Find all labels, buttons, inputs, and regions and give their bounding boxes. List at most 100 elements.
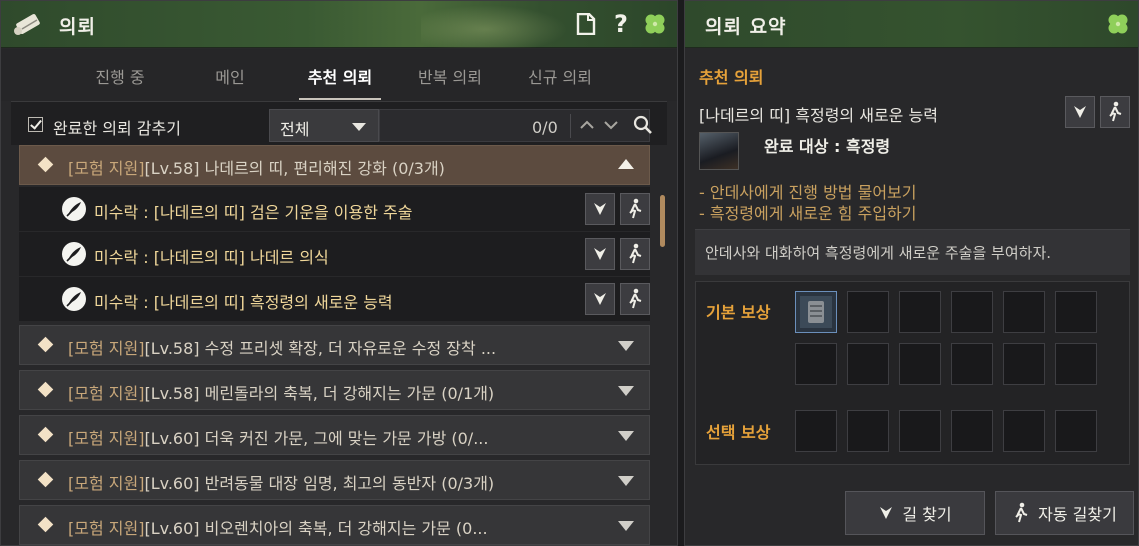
hide-completed-checkbox[interactable] bbox=[28, 117, 43, 132]
reward-slot[interactable] bbox=[899, 291, 941, 333]
tab-main[interactable]: 메인 bbox=[205, 64, 255, 88]
walking-person-icon bbox=[1109, 101, 1122, 122]
reward-slot[interactable] bbox=[847, 343, 889, 385]
walking-person-icon bbox=[629, 243, 642, 264]
completion-target: 완료 대상 : 흑정령 bbox=[764, 137, 891, 156]
active-tab-indicator bbox=[299, 98, 381, 100]
next-result-icon[interactable] bbox=[602, 115, 620, 135]
list-scrollbar[interactable] bbox=[660, 195, 665, 247]
help-icon[interactable]: ? bbox=[608, 10, 634, 38]
quest-feather-icon bbox=[62, 242, 86, 266]
titlebar-decoration bbox=[421, 1, 581, 48]
reward-box: 기본 보상 선택 보상 bbox=[695, 281, 1130, 465]
reward-slot-item[interactable] bbox=[795, 291, 837, 333]
quest-group-row[interactable]: [모험 지원][Lv.58] 수정 프리셋 확장, 더 자유로운 수정 장착 .… bbox=[19, 325, 650, 365]
auto-pathfind-button[interactable] bbox=[620, 283, 650, 315]
quest-item-row[interactable]: 미수락 : [나데르의 띠] 검은 기운을 이용한 주술 bbox=[19, 187, 650, 231]
objective-item: - 흑정령에게 새로운 힘 주입하기 bbox=[699, 204, 917, 223]
search-icon[interactable] bbox=[633, 115, 653, 135]
tab-new[interactable]: 신규 의뢰 bbox=[519, 64, 601, 88]
quest-description-box: 안데사와 대화하여 흑정령에게 새로운 주술을 부여하자. bbox=[695, 229, 1130, 275]
quest-item-row[interactable]: 미수락 : [나데르의 띠] 흑정령의 새로운 능력 bbox=[19, 277, 650, 321]
quest-window: 의뢰 ? 진행 중 메인 추천 의뢰 반복 의뢰 신규 의뢰 완료한 의뢰 감추… bbox=[0, 0, 678, 546]
choice-reward-slot[interactable] bbox=[795, 410, 837, 452]
choice-reward-slot[interactable] bbox=[1003, 410, 1045, 452]
auto-find-path-button[interactable]: 자동 길찾기 bbox=[995, 491, 1134, 535]
walking-person-icon bbox=[629, 198, 642, 219]
quest-window-titlebar[interactable]: 의뢰 ? bbox=[1, 1, 677, 48]
auto-pathfind-button[interactable] bbox=[620, 238, 650, 270]
filter-row: 완료한 의뢰 감추기 전체 0/0 bbox=[11, 101, 667, 145]
quest-item-label: 미수락 : [나데르의 띠] 나데르 의식 bbox=[94, 248, 329, 267]
choice-reward-slot[interactable] bbox=[847, 410, 889, 452]
quest-group-label: [모험 지원][Lv.60] 비오렌치아의 축복, 더 강해지는 가문 (0..… bbox=[68, 519, 488, 538]
auto-pathfind-button[interactable] bbox=[1100, 96, 1130, 128]
diamond-icon bbox=[37, 381, 54, 398]
choice-reward-slot[interactable] bbox=[1055, 410, 1097, 452]
tab-in-progress[interactable]: 진행 중 bbox=[87, 64, 153, 88]
search-box[interactable]: 0/0 bbox=[379, 109, 653, 142]
quest-group-row[interactable]: [모험 지원][Lv.60] 더욱 커진 가문, 그에 맞는 가문 가방 (0/… bbox=[19, 415, 650, 455]
expand-arrow-icon[interactable] bbox=[618, 341, 634, 351]
collapse-arrow-icon[interactable] bbox=[618, 159, 634, 169]
scroll-icon bbox=[14, 14, 40, 35]
quest-feather-icon bbox=[62, 287, 86, 311]
summary-window-titlebar[interactable]: 의뢰 요약 bbox=[685, 1, 1138, 48]
quest-window-title: 의뢰 bbox=[59, 16, 96, 38]
reward-slot[interactable] bbox=[795, 343, 837, 385]
pathfind-button[interactable] bbox=[1065, 96, 1095, 128]
reward-slot[interactable] bbox=[1055, 291, 1097, 333]
choice-reward-label: 선택 보상 bbox=[706, 423, 771, 442]
quest-description: 안데사와 대화하여 흑정령에게 새로운 주술을 부여하자. bbox=[705, 244, 1052, 262]
pathfind-icon bbox=[880, 507, 893, 519]
quest-item-label: 미수락 : [나데르의 띠] 흑정령의 새로운 능력 bbox=[94, 293, 393, 312]
clover-icon[interactable] bbox=[642, 11, 668, 37]
reward-slot[interactable] bbox=[899, 343, 941, 385]
clover-icon[interactable] bbox=[1105, 11, 1131, 37]
reward-slot[interactable] bbox=[1003, 343, 1045, 385]
quest-list: [모험 지원][Lv.58] 나데르의 띠, 편리해진 강화 (0/3개) 미수… bbox=[11, 145, 667, 546]
choice-reward-slot[interactable] bbox=[951, 410, 993, 452]
pathfind-button[interactable] bbox=[585, 238, 615, 270]
expand-arrow-icon[interactable] bbox=[618, 521, 634, 531]
reward-slot[interactable] bbox=[1055, 343, 1097, 385]
expand-arrow-icon[interactable] bbox=[618, 476, 634, 486]
previous-result-icon[interactable] bbox=[578, 115, 596, 135]
category-dropdown-value: 전체 bbox=[280, 120, 310, 139]
pathfind-icon bbox=[594, 248, 606, 260]
choice-reward-slot[interactable] bbox=[899, 410, 941, 452]
tab-repeat[interactable]: 반복 의뢰 bbox=[409, 64, 491, 88]
quest-group-row[interactable]: [모험 지원][Lv.58] 나데르의 띠, 편리해진 강화 (0/3개) bbox=[19, 145, 650, 185]
quest-group-label: [모험 지원][Lv.58] 수정 프리셋 확장, 더 자유로운 수정 장착 .… bbox=[68, 339, 497, 358]
category-dropdown[interactable]: 전체 bbox=[269, 109, 379, 142]
find-path-button[interactable]: 길 찾기 bbox=[845, 491, 985, 535]
basic-reward-label: 기본 보상 bbox=[706, 303, 771, 322]
reward-slot[interactable] bbox=[847, 291, 889, 333]
quest-group-row[interactable]: [모험 지원][Lv.60] 반려동물 대장 임명, 최고의 동반자 (0/3개… bbox=[19, 460, 650, 500]
reward-slot[interactable] bbox=[951, 343, 993, 385]
summary-quest-title: [나데르의 띠] 흑정령의 새로운 능력 bbox=[699, 106, 938, 125]
pathfind-icon bbox=[594, 203, 606, 215]
quest-group-label: [모험 지원][Lv.58] 메린돌라의 축복, 더 강해지는 가문 (0/1개… bbox=[68, 384, 495, 403]
document-icon[interactable] bbox=[573, 11, 599, 37]
reward-slot[interactable] bbox=[951, 291, 993, 333]
auto-pathfind-button[interactable] bbox=[620, 193, 650, 225]
quest-group-row[interactable]: [모험 지원][Lv.58] 메린돌라의 축복, 더 강해지는 가문 (0/1개… bbox=[19, 370, 650, 410]
pathfind-button[interactable] bbox=[585, 283, 615, 315]
dropdown-arrow-icon bbox=[352, 123, 366, 131]
walking-person-icon bbox=[1015, 502, 1028, 523]
diamond-icon bbox=[37, 156, 54, 173]
reward-slot[interactable] bbox=[1003, 291, 1045, 333]
tab-recommended[interactable]: 추천 의뢰 bbox=[299, 64, 381, 88]
hide-completed-label[interactable]: 완료한 의뢰 감추기 bbox=[53, 115, 181, 139]
expand-arrow-icon[interactable] bbox=[618, 431, 634, 441]
quest-group-label: [모험 지원][Lv.58] 나데르의 띠, 편리해진 강화 (0/3개) bbox=[68, 159, 445, 178]
auto-find-path-label: 자동 길찾기 bbox=[1038, 505, 1117, 524]
quest-group-label: [모험 지원][Lv.60] 더욱 커진 가문, 그에 맞는 가문 가방 (0/… bbox=[68, 429, 489, 448]
expand-arrow-icon[interactable] bbox=[618, 386, 634, 396]
quest-item-row[interactable]: 미수락 : [나데르의 띠] 나데르 의식 bbox=[19, 232, 650, 276]
pathfind-button[interactable] bbox=[585, 193, 615, 225]
quest-group-row[interactable]: [모험 지원][Lv.60] 비오렌치아의 축복, 더 강해지는 가문 (0..… bbox=[19, 505, 650, 545]
summary-section-heading: 추천 의뢰 bbox=[699, 68, 764, 87]
pathfind-icon bbox=[594, 293, 606, 305]
